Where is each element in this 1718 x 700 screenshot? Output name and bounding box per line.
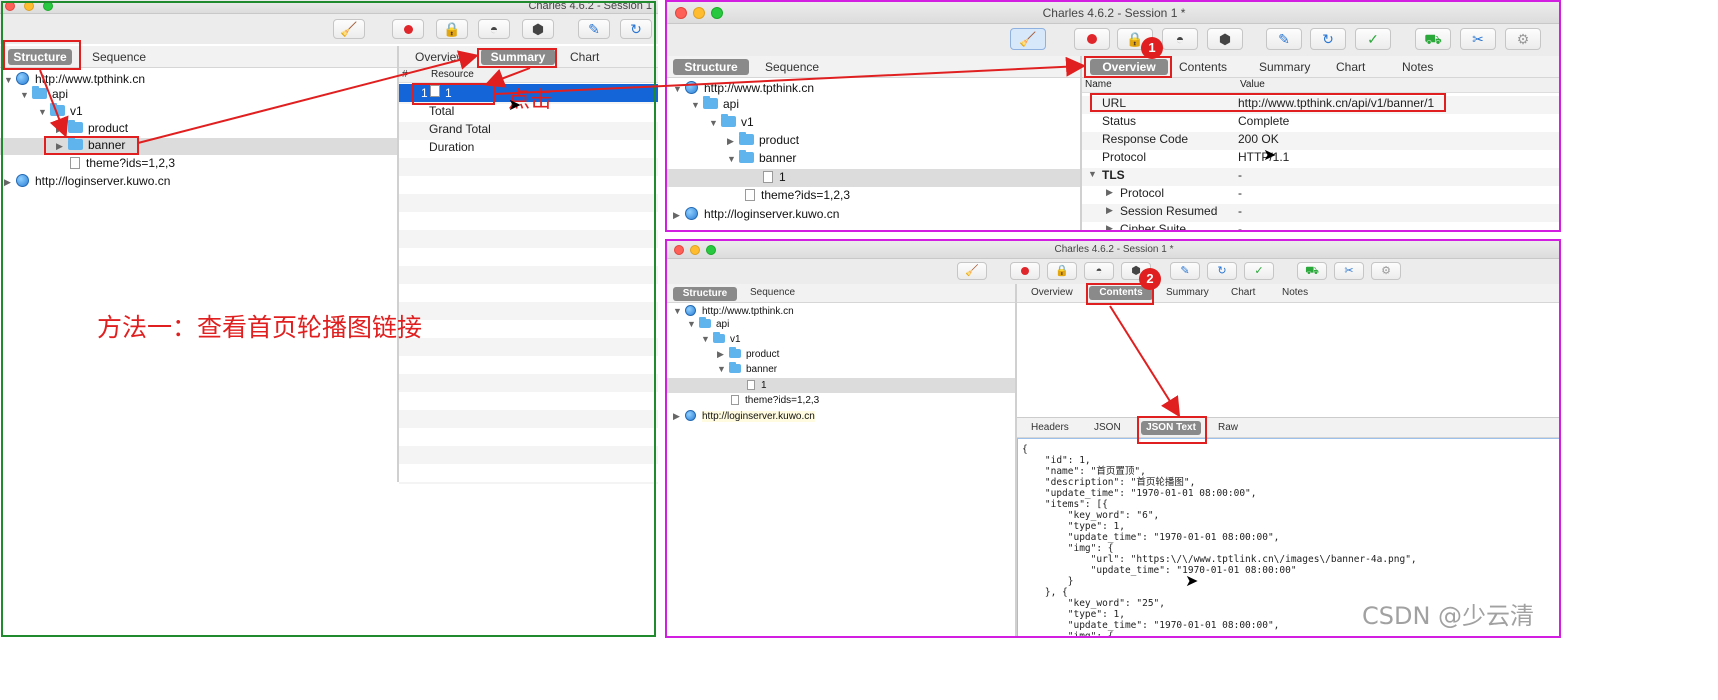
arrow-row-to-overview bbox=[494, 56, 1086, 95]
arrow-summary-to-row bbox=[484, 67, 531, 88]
annotation-arrows bbox=[39, 50, 1181, 418]
arrow-contents-to-jsontext bbox=[1109, 305, 1181, 418]
watermark: CSDN @少云清 bbox=[1362, 602, 1535, 630]
arrow-banner-to-summary bbox=[137, 50, 479, 144]
arrow-structure-to-banner bbox=[39, 69, 69, 138]
